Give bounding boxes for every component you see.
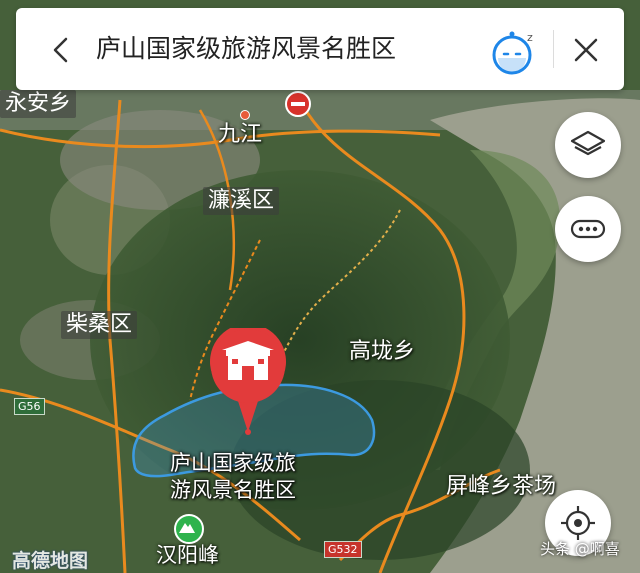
place-label-yongan: 永安乡 [0,90,77,118]
poi-marker[interactable] [209,323,287,436]
place-label-pingfeng: 屏峰乡茶场 [446,474,557,499]
place-label-lianxi: 濂溪区 [203,187,280,215]
svg-text:z: z [527,31,533,44]
mountain-peak-icon [179,523,195,533]
watermark-text: 头条 @啊喜 [540,540,620,558]
robot-assistant-icon[interactable]: z [490,28,540,76]
road-sign-g56: G56 [14,398,45,415]
place-label-chaisang: 柴桑区 [61,311,138,339]
peak-marker[interactable] [174,514,204,544]
place-label-hanyangfeng: 汉阳峰 [156,543,219,567]
place-label-jiujiang: 九江 [218,122,263,147]
search-query-text[interactable]: 庐山国家级旅游风景名胜区 [96,32,396,66]
search-bar[interactable]: 庐山国家级旅游风景名胜区 z [16,8,624,90]
amap-logo: 高德地图 [12,550,89,572]
no-entry-marker [285,91,311,117]
place-label-gaolong: 高垅乡 [349,339,416,364]
more-button[interactable] [555,196,621,262]
scenic-gate-icon [210,323,286,435]
search-bar-divider [553,30,554,68]
close-icon[interactable] [570,34,602,66]
poi-name-line1[interactable]: 庐山国家级旅 [170,450,296,476]
more-dots-icon [570,219,606,239]
city-center-dot [240,110,250,120]
chevron-left-icon[interactable] [44,32,80,68]
map-view[interactable]: 永安乡 九江 濂溪区 柴桑区 高垅乡 屏峰乡茶场 汉阳峰 G56 G532 庐山… [0,0,640,573]
layers-icon [570,130,606,156]
poi-name-line2[interactable]: 游风景名胜区 [170,477,296,503]
road-sign-g532: G532 [324,541,362,558]
layers-button[interactable] [555,112,621,178]
